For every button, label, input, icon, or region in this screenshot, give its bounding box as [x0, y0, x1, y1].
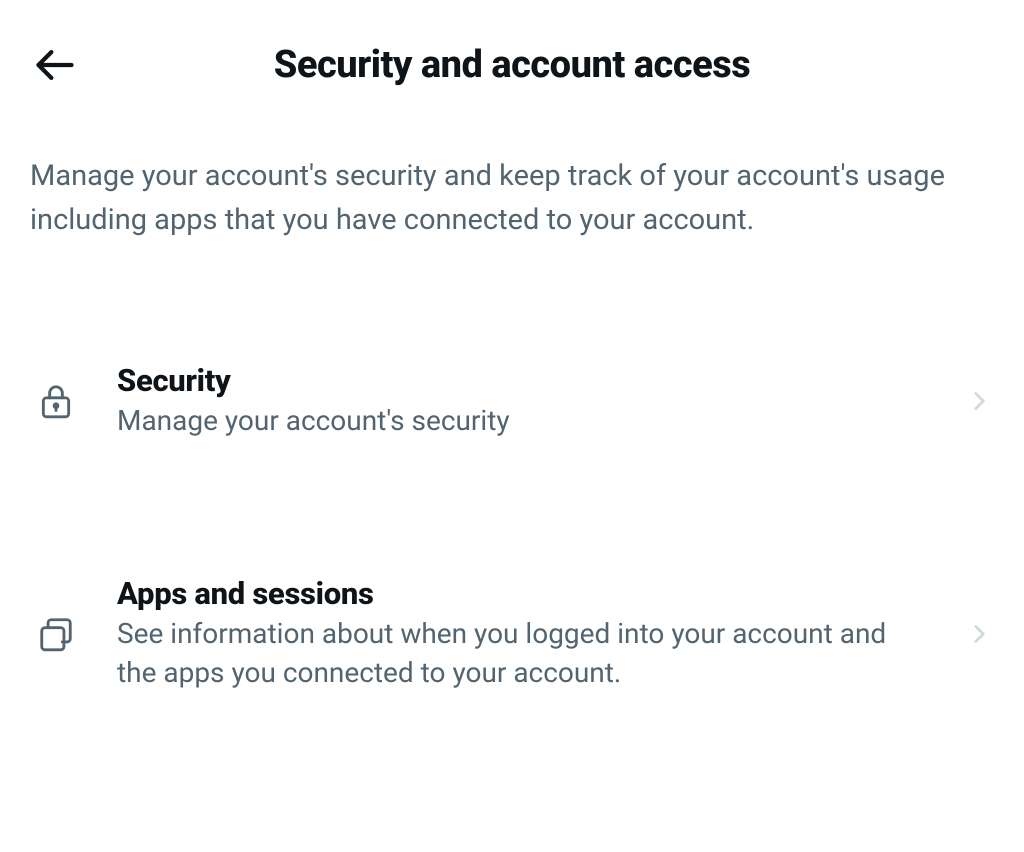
menu-item-apps-sessions[interactable]: Apps and sessions See information about …	[0, 555, 1024, 712]
page-title: Security and account access	[80, 43, 994, 87]
arrow-left-icon	[33, 43, 77, 87]
menu-list: Security Manage your account's security …	[0, 242, 1024, 713]
header: Security and account access	[0, 0, 1024, 110]
menu-content: Apps and sessions See information about …	[117, 575, 924, 692]
chevron-right-icon	[964, 386, 994, 416]
menu-item-subtitle: See information about when you logged in…	[117, 614, 924, 692]
menu-item-subtitle: Manage your account's security	[117, 401, 924, 440]
menu-item-title: Security	[117, 362, 924, 399]
chevron-right-icon	[964, 619, 994, 649]
page-description: Manage your account's security and keep …	[0, 110, 1024, 242]
menu-item-security[interactable]: Security Manage your account's security	[0, 342, 1024, 460]
menu-content: Security Manage your account's security	[117, 362, 924, 440]
lock-icon	[35, 380, 77, 422]
menu-item-title: Apps and sessions	[117, 575, 924, 612]
back-button[interactable]	[30, 40, 80, 90]
apps-icon	[35, 613, 77, 655]
